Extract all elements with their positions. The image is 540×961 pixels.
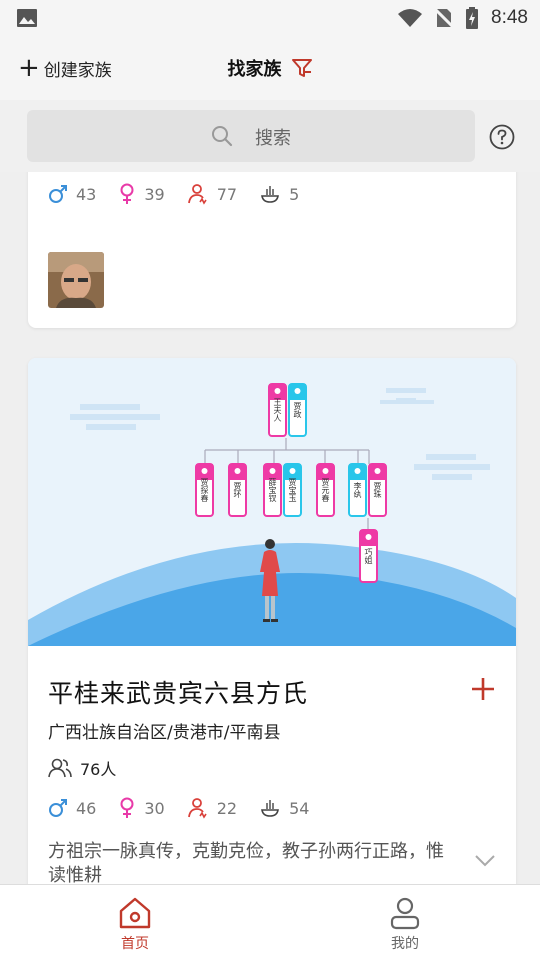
bottom-nav: 首页 我的 <box>0 884 540 961</box>
group-icon <box>48 758 72 778</box>
female-stat: 39 <box>118 183 165 205</box>
avatar-photo <box>48 252 104 308</box>
page-title: 找家族 <box>227 59 282 80</box>
help-icon[interactable] <box>489 124 515 150</box>
nav-home-label: 首页 <box>121 936 149 952</box>
search-icon <box>212 126 233 147</box>
chevron-down-icon[interactable] <box>474 854 496 868</box>
stats-row: 46 30 22 54 <box>48 796 331 820</box>
top-bar: + 创建家族 找家族 <box>0 36 540 100</box>
tree-node-label: 贾环 <box>233 482 242 499</box>
tree-node-label: 贾宝玉 <box>288 478 297 502</box>
tree-node: 巧姐 <box>359 529 378 583</box>
tree-node: 贾政 <box>288 383 307 437</box>
no-sim-icon <box>435 7 454 29</box>
generation-stat: 54 <box>259 797 309 819</box>
male-icon <box>49 799 67 817</box>
wifi-icon <box>398 9 423 27</box>
incense-icon <box>261 800 280 817</box>
deceased-count: 22 <box>216 798 238 818</box>
filter-icon[interactable] <box>291 57 313 79</box>
tree-node: 王夫人 <box>268 383 287 437</box>
person-wave-icon <box>187 184 207 205</box>
tree-node-label: 李纨 <box>353 481 362 499</box>
tree-node: 贾宝玉 <box>283 463 302 517</box>
stats-row: 43 39 77 5 <box>48 182 321 206</box>
tree-node: 贾珠 <box>368 463 387 517</box>
members-row: 76人 <box>48 756 116 780</box>
tree-node: 贾环 <box>228 463 247 517</box>
male-stat: 46 <box>48 798 96 818</box>
title-wrap: 找家族 <box>0 55 540 81</box>
male-icon <box>49 185 67 203</box>
tree-node: 贾探春 <box>195 463 214 517</box>
member-avatar[interactable] <box>48 252 104 308</box>
deceased-stat: 22 <box>187 797 237 819</box>
tree-node-label: 薛宝钗 <box>268 477 277 503</box>
family-card[interactable]: 王夫人 贾政 贾探春 贾环 薛宝钗 贾宝玉 贾元春 李纨 贾珠 巧姐 平桂来武贵… <box>28 358 516 884</box>
female-stat: 30 <box>118 797 165 819</box>
male-count: 43 <box>76 184 97 204</box>
tree-node: 薛宝钗 <box>263 463 282 517</box>
female-count: 30 <box>144 798 165 818</box>
family-card[interactable]: 43 39 77 5 <box>28 172 516 328</box>
incense-icon <box>261 186 280 203</box>
search-placeholder: 搜索 <box>255 128 291 149</box>
status-time: 8:48 <box>491 7 528 28</box>
generation-stat: 5 <box>259 183 299 205</box>
battery-charging-icon <box>466 7 479 29</box>
male-stat: 43 <box>48 184 96 204</box>
search-bar: 搜索 <box>0 100 540 172</box>
male-count: 46 <box>76 798 97 818</box>
female-count: 39 <box>144 184 165 204</box>
nav-mine[interactable]: 我的 <box>270 885 540 961</box>
tree-node-label: 巧姐 <box>364 548 373 565</box>
image-notification-icon <box>17 9 37 27</box>
family-motto: 方祖宗一脉真传，克勤克俭，教子孙两行正路，惟读惟耕 <box>48 841 444 884</box>
add-icon[interactable] <box>470 676 496 702</box>
profile-icon <box>390 897 420 930</box>
tree-node-label: 王夫人 <box>273 398 282 422</box>
deceased-stat: 77 <box>187 183 237 205</box>
family-name: 平桂来武贵宾六县方氏 <box>48 679 309 708</box>
generation-count: 54 <box>289 798 310 818</box>
family-tree-illustration: 王夫人 贾政 贾探春 贾环 薛宝钗 贾宝玉 贾元春 李纨 贾珠 巧姐 <box>28 358 516 646</box>
female-icon <box>120 797 134 818</box>
tree-node: 李纨 <box>348 463 367 517</box>
tree-node-label: 贾探春 <box>200 478 209 502</box>
family-list[interactable]: 43 39 77 5 王夫人 贾政 贾探春 贾环 薛宝钗 贾宝玉 贾元春 李纨 … <box>0 172 540 884</box>
person-wave-icon <box>187 798 207 819</box>
tree-node-label: 贾元春 <box>321 478 330 502</box>
status-bar: 8:48 <box>0 0 540 36</box>
deceased-count: 77 <box>216 184 238 204</box>
generation-count: 5 <box>289 184 300 204</box>
tree-node-label: 贾政 <box>293 402 302 419</box>
members-count: 76人 <box>80 760 117 779</box>
nav-mine-label: 我的 <box>391 936 419 952</box>
home-icon <box>119 897 151 929</box>
tree-node-label: 贾珠 <box>373 482 382 499</box>
family-banner: 王夫人 贾政 贾探春 贾环 薛宝钗 贾宝玉 贾元春 李纨 贾珠 巧姐 <box>28 358 516 646</box>
tree-node: 贾元春 <box>316 463 335 517</box>
search-input[interactable]: 搜索 <box>27 110 475 162</box>
family-region: 广西壮族自治区/贵港市/平南县 <box>48 723 281 743</box>
female-icon <box>120 183 134 204</box>
nav-home[interactable]: 首页 <box>0 885 270 961</box>
